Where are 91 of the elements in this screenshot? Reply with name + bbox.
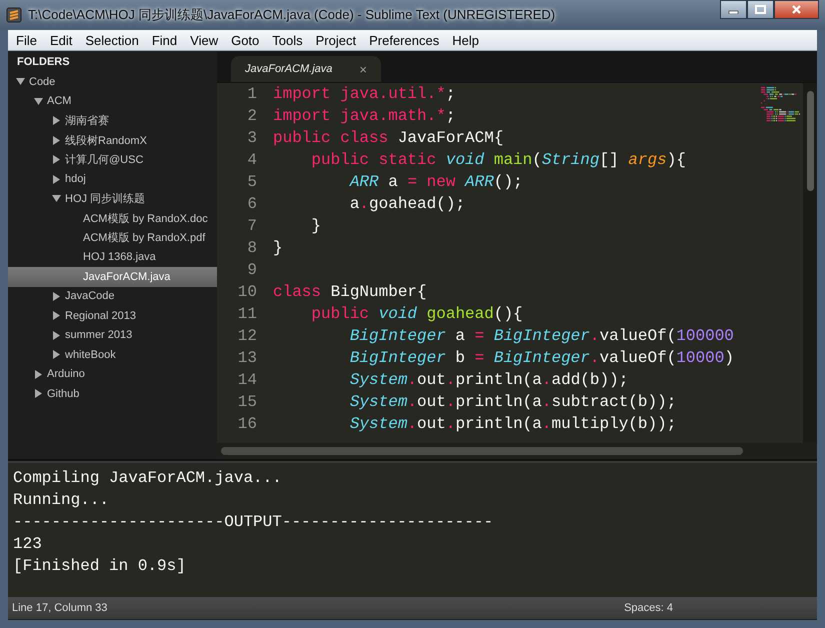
menu-item[interactable]: Project <box>310 32 364 48</box>
sidebar-folder[interactable]: Github <box>47 388 80 400</box>
code-line: BigInteger a = BigInteger.valueOf(100000 <box>348 327 734 345</box>
sidebar-folder[interactable]: 湖南省赛 <box>65 113 109 128</box>
sidebar-file[interactable]: ACM模版 by RandoX.doc <box>8 208 217 228</box>
line-number: 10 <box>236 283 258 301</box>
code-line: } <box>273 239 283 257</box>
maximize-icon <box>755 5 766 14</box>
menu-item[interactable]: Preferences <box>363 32 446 48</box>
code-line: a.goahead(); <box>348 195 466 213</box>
line-number: 12 <box>236 327 258 345</box>
output-line: Compiling JavaForACM.java... <box>13 468 283 489</box>
scrollbar-thumb[interactable] <box>806 91 814 191</box>
expand-arrow-icon[interactable] <box>52 116 61 126</box>
expand-arrow-icon[interactable] <box>52 292 61 301</box>
line-number: 4 <box>246 151 258 169</box>
line-number: 13 <box>236 349 258 367</box>
sidebar-folder[interactable]: 计算几何@USC <box>65 152 144 168</box>
expand-arrow-icon[interactable] <box>52 155 61 164</box>
code-line: BigInteger b = BigInteger.valueOf(10000) <box>348 349 734 367</box>
output-line: [Finished in 0.9s] <box>13 556 187 577</box>
collapse-arrow-icon[interactable] <box>16 77 25 86</box>
line-number: 2 <box>246 107 258 125</box>
expand-arrow-icon[interactable] <box>52 330 61 340</box>
line-number: 16 <box>236 415 258 433</box>
close-icon <box>791 5 802 14</box>
maximize-button[interactable] <box>747 0 774 19</box>
minimize-button[interactable] <box>720 0 747 19</box>
sidebar-folder[interactable]: summer 2013 <box>65 329 132 342</box>
sidebar-folder[interactable]: hdoj <box>65 173 86 186</box>
line-number: 3 <box>246 129 258 147</box>
menu-item[interactable]: Tools <box>266 32 310 48</box>
line-number: 7 <box>246 217 258 235</box>
output-line: Running... <box>13 490 110 511</box>
sidebar-file[interactable]: HOJ 1368.java <box>8 248 217 267</box>
menu-item[interactable]: Find <box>146 32 184 48</box>
sidebar-folder[interactable]: ACM <box>47 95 72 108</box>
line-number: 6 <box>246 195 258 213</box>
code-line: public static void main(String[] args){ <box>310 151 686 169</box>
window-title: T:\Code\ACM\HOJ 同步训练题\JavaForACM.java (Code) - Sublime Text (UNREGISTERED) <box>28 6 556 24</box>
cursor-position: Line 17, Column 33 <box>12 602 108 614</box>
menu-item[interactable]: Edit <box>44 32 80 48</box>
expand-arrow-icon[interactable] <box>52 311 61 320</box>
line-number: 14 <box>236 371 258 389</box>
line-number: 5 <box>246 173 258 191</box>
tab-label: JavaForACM.java <box>245 63 332 75</box>
expand-arrow-icon[interactable] <box>52 174 61 184</box>
sidebar-file[interactable]: JavaForACM.java <box>8 267 217 286</box>
line-number: 9 <box>246 261 258 279</box>
menu-item[interactable]: File <box>10 32 44 48</box>
code-line: System.out.println(a.multiply(b)); <box>348 415 676 433</box>
menu-item[interactable]: Goto <box>225 32 266 48</box>
collapse-arrow-icon[interactable] <box>34 96 43 106</box>
sidebar-file[interactable]: ACM模版 by RandoX.pdf <box>8 228 217 248</box>
sidebar-folder[interactable]: JavaCode <box>65 290 115 302</box>
code-line: ARR a = new ARR(); <box>348 173 523 191</box>
menu-item[interactable]: Selection <box>79 32 146 48</box>
line-number: 15 <box>236 393 258 411</box>
code-line: import java.math.*; <box>273 107 456 125</box>
code-line: } <box>310 217 322 235</box>
menu-item[interactable]: View <box>184 32 226 48</box>
output-line: 123 <box>13 534 43 555</box>
code-line: public void goahead(){ <box>310 305 523 323</box>
code-line: public class JavaForACM{ <box>273 129 504 147</box>
expand-arrow-icon[interactable] <box>34 389 43 398</box>
sidebar-folder[interactable]: Code <box>29 76 56 88</box>
expand-arrow-icon[interactable] <box>52 136 61 145</box>
indentation-setting[interactable]: Spaces: 4 <box>624 602 673 614</box>
tab-close-button[interactable]: × <box>359 62 367 76</box>
sidebar-folder[interactable]: HOJ 同步训练题 <box>65 191 146 206</box>
expand-arrow-icon[interactable] <box>34 370 43 379</box>
sidebar-folder[interactable]: 线段树RandomX <box>65 132 147 148</box>
close-button[interactable] <box>774 0 819 19</box>
file-tab[interactable]: JavaForACM.java × <box>231 56 381 82</box>
code-line: System.out.println(a.add(b)); <box>348 371 628 389</box>
code-line: class BigNumber{ <box>273 283 427 301</box>
app-logo-icon <box>6 7 22 23</box>
code-line: import java.util.*; <box>273 85 456 103</box>
line-number: 11 <box>236 305 258 323</box>
line-number: 8 <box>246 239 258 257</box>
code-line: System.out.println(a.subtract(b)); <box>348 393 676 411</box>
menu-item[interactable]: Help <box>446 32 486 48</box>
scrollbar-thumb[interactable] <box>221 447 743 455</box>
sidebar-folder[interactable]: Arduino <box>47 368 85 380</box>
sidebar-header: FOLDERS <box>16 55 71 70</box>
expand-arrow-icon[interactable] <box>52 350 61 360</box>
sidebar-folder[interactable]: Regional 2013 <box>65 310 136 322</box>
sidebar-folder[interactable]: whiteBook <box>65 348 116 361</box>
line-number: 1 <box>246 85 258 103</box>
collapse-arrow-icon[interactable] <box>52 194 61 204</box>
output-line: ----------------------OUTPUT---------------------- <box>13 512 494 533</box>
